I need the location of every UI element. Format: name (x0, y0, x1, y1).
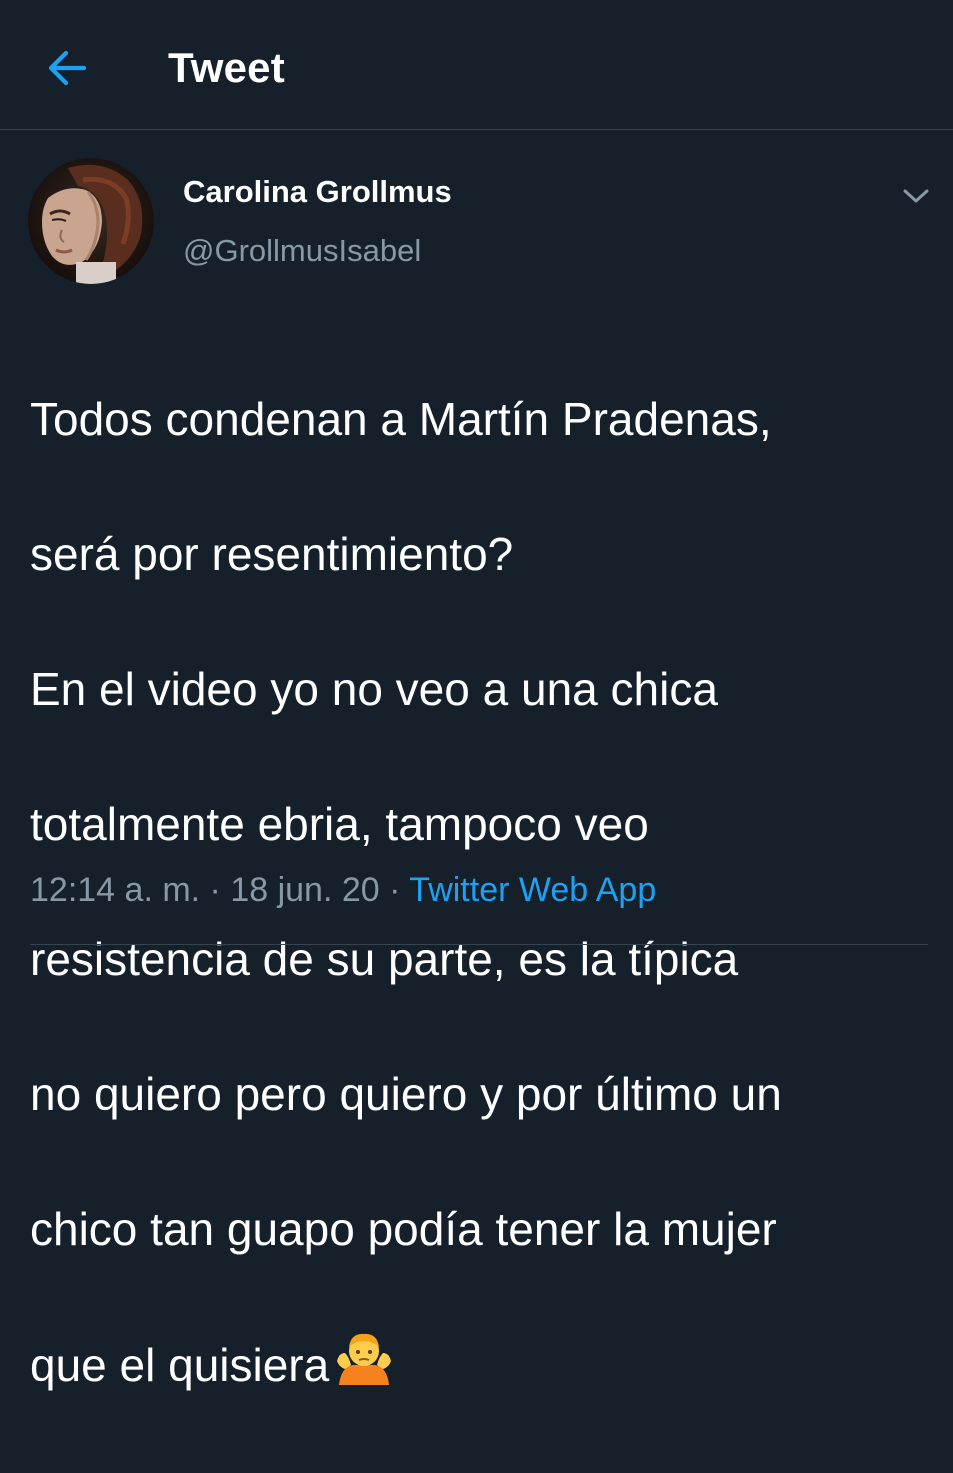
user-handle[interactable]: @GrollmusIsabel (183, 233, 421, 269)
tweet-source-link[interactable]: Twitter Web App (409, 871, 656, 909)
tweet-line: resistencia de su parte, es la típica (30, 932, 739, 985)
chevron-down-icon (903, 189, 929, 203)
avatar[interactable] (28, 158, 154, 284)
divider (30, 944, 928, 945)
tweet-time[interactable]: 12:14 a. m. (30, 871, 200, 909)
tweet-line: que el quisiera (30, 1338, 330, 1391)
tweet-date[interactable]: 18 jun. 20 (230, 871, 379, 909)
tweet-line: chico tan guapo podía tener la mujer (30, 1202, 777, 1255)
back-button[interactable] (38, 40, 94, 96)
tweet-line: no quiero pero quiero y por último un (30, 1067, 782, 1120)
more-options-button[interactable] (896, 176, 936, 216)
display-name[interactable]: Carolina Grollmus (183, 174, 452, 210)
page-title: Tweet (168, 44, 285, 91)
meta-separator: · (200, 871, 231, 909)
arrow-left-icon (48, 50, 87, 86)
tweet-line: será por resentimiento? (30, 527, 514, 580)
tweet-line: Todos condenan a Martín Pradenas, (30, 392, 772, 445)
tweet-meta: 12:14 a. m. · 18 jun. 20 · Twitter Web A… (30, 871, 656, 910)
tweet-line: En el video yo no veo a una chica (30, 662, 718, 715)
tweet-last-line: que el quisiera (30, 1331, 930, 1406)
person-shrugging-emoji (335, 1331, 393, 1406)
meta-separator: · (379, 871, 410, 909)
avatar-photo (28, 158, 154, 284)
top-app-bar: Tweet (0, 0, 953, 130)
tweet-line: totalmente ebria, tampoco veo (30, 797, 649, 850)
